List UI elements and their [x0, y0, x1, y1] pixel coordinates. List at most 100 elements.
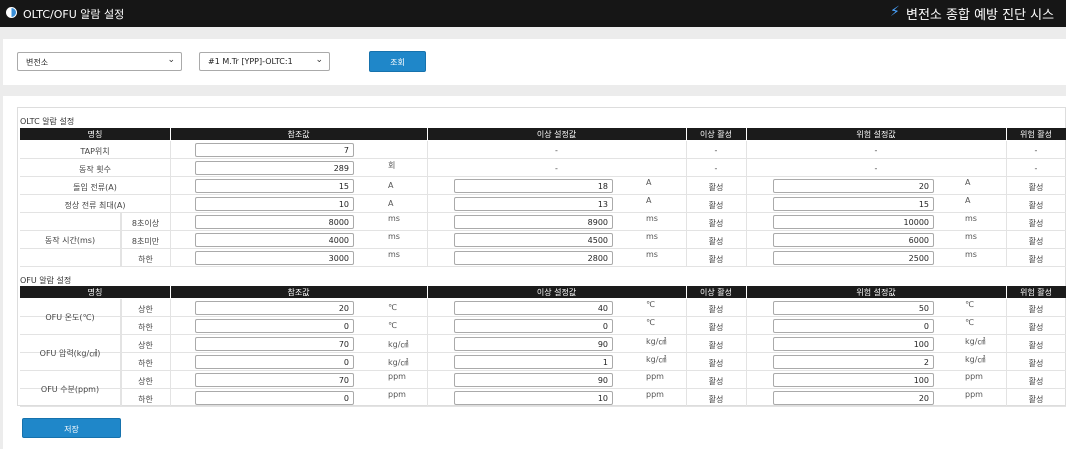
row-divider: [170, 195, 171, 213]
warning-setting-input[interactable]: 0: [454, 319, 613, 333]
reference-input[interactable]: 7: [195, 143, 354, 157]
reference-input[interactable]: 3000: [195, 251, 354, 265]
warning-active-status: 활성: [708, 359, 724, 368]
danger-active-status: 활성: [1028, 201, 1044, 210]
reference-input[interactable]: 8000: [195, 215, 354, 229]
warning-setting-input[interactable]: 8900: [454, 215, 613, 229]
row-sub-name: 하한: [138, 255, 153, 264]
row-divider: [170, 299, 171, 317]
lightning-icon: ⚡: [890, 4, 900, 20]
row-divider: [427, 195, 428, 213]
row-divider: [170, 371, 171, 389]
danger-active-status: 활성: [1028, 341, 1044, 350]
reference-input[interactable]: 10: [195, 197, 354, 211]
warning-active-status: 활성: [708, 323, 724, 332]
warning-setting-input[interactable]: 90: [454, 373, 613, 387]
row-divider: [427, 177, 428, 195]
danger-unit: kg/㎠: [965, 355, 986, 364]
danger-setting-input[interactable]: 6000: [773, 233, 934, 247]
reference-unit: kg/㎠: [388, 358, 409, 367]
danger-unit: A: [965, 196, 971, 205]
reference-input[interactable]: 70: [195, 337, 354, 351]
row-divider: [170, 231, 171, 249]
warning-active-status: 활성: [708, 201, 724, 210]
reference-input[interactable]: 4000: [195, 233, 354, 247]
warning-active-status: 활성: [708, 237, 724, 246]
danger-unit: ms: [965, 214, 977, 223]
reference-input[interactable]: 70: [195, 373, 354, 387]
warning-value-empty: -: [555, 146, 558, 155]
danger-setting-input[interactable]: 10000: [773, 215, 934, 229]
row-divider: [170, 159, 171, 177]
reference-input[interactable]: 15: [195, 179, 354, 193]
warning-unit: ℃: [646, 318, 655, 327]
search-button[interactable]: 조회: [369, 51, 426, 72]
row-divider: [746, 353, 747, 371]
warning-unit: kg/㎠: [646, 337, 667, 346]
danger-setting-input[interactable]: 0: [773, 319, 934, 333]
danger-active-status: -: [1034, 164, 1038, 173]
row-divider: [746, 371, 747, 389]
column-header: 명칭: [87, 130, 103, 139]
row-divider: [170, 141, 171, 159]
reference-input[interactable]: 289: [195, 161, 354, 175]
column-divider: [686, 128, 687, 140]
row-divider: [746, 335, 747, 353]
row-divider: [427, 317, 428, 335]
substation-select-value: 변전소: [26, 58, 49, 67]
row-sub-name: 하한: [138, 395, 153, 404]
danger-value-empty: -: [874, 146, 878, 155]
row-sub-name: 하한: [138, 323, 153, 332]
danger-active-status: 활성: [1028, 237, 1044, 246]
substation-select[interactable]: 변전소 ⌄: [17, 52, 182, 71]
danger-setting-input[interactable]: 100: [773, 337, 934, 351]
warning-active-status: 활성: [708, 395, 724, 404]
row-divider: [427, 213, 428, 231]
danger-unit: ppm: [965, 372, 983, 381]
danger-setting-input[interactable]: 2500: [773, 251, 934, 265]
danger-setting-input[interactable]: 100: [773, 373, 934, 387]
danger-setting-input[interactable]: 20: [773, 391, 934, 405]
warning-setting-input[interactable]: 90: [454, 337, 613, 351]
reference-input[interactable]: 20: [195, 301, 354, 315]
warning-active-status: 활성: [708, 183, 724, 192]
row-divider: [427, 353, 428, 371]
danger-setting-input[interactable]: 2: [773, 355, 934, 369]
reference-unit: 회: [388, 161, 396, 170]
warning-setting-input[interactable]: 2800: [454, 251, 613, 265]
warning-unit: ms: [646, 232, 658, 241]
chevron-down-icon: ⌄: [315, 55, 323, 65]
warning-setting-input[interactable]: 18: [454, 179, 613, 193]
danger-setting-input[interactable]: 20: [773, 179, 934, 193]
ofu-table-header: 명칭 참조값 이상 설정값 이상 활성 위험 설정값 위험 활성: [20, 286, 1066, 298]
warning-setting-input[interactable]: 10: [454, 391, 613, 405]
reference-unit: ppm: [388, 390, 406, 399]
column-divider: [427, 286, 428, 298]
row-divider: [170, 353, 171, 371]
row-divider: [746, 177, 747, 195]
warning-setting-input[interactable]: 4500: [454, 233, 613, 247]
column-divider: [427, 128, 428, 140]
save-button[interactable]: 저장: [22, 418, 121, 438]
reference-input[interactable]: 0: [195, 355, 354, 369]
reference-input[interactable]: 0: [195, 319, 354, 333]
ofu-group-label: OFU 온도(℃): [20, 299, 121, 335]
row-divider: [170, 335, 171, 353]
reference-unit: ms: [388, 232, 400, 241]
row-divider: [170, 389, 171, 407]
danger-setting-input[interactable]: 15: [773, 197, 934, 211]
reference-input[interactable]: 0: [195, 391, 354, 405]
warning-setting-input[interactable]: 40: [454, 301, 613, 315]
warning-setting-input[interactable]: 13: [454, 197, 613, 211]
warning-unit: ℃: [646, 300, 655, 309]
equipment-select[interactable]: #1 M.Tr [YPP]-OLTC:1 ⌄: [199, 52, 330, 71]
danger-setting-input[interactable]: 50: [773, 301, 934, 315]
danger-active-status: 활성: [1028, 377, 1044, 386]
danger-active-status: -: [1034, 146, 1038, 155]
column-header: 참조값: [287, 288, 310, 297]
warning-setting-input[interactable]: 1: [454, 355, 613, 369]
row-divider: [427, 249, 428, 267]
app-logo-icon: [6, 7, 17, 18]
row-sub-name: 8초이상: [131, 219, 160, 228]
warning-unit: kg/㎠: [646, 355, 667, 364]
